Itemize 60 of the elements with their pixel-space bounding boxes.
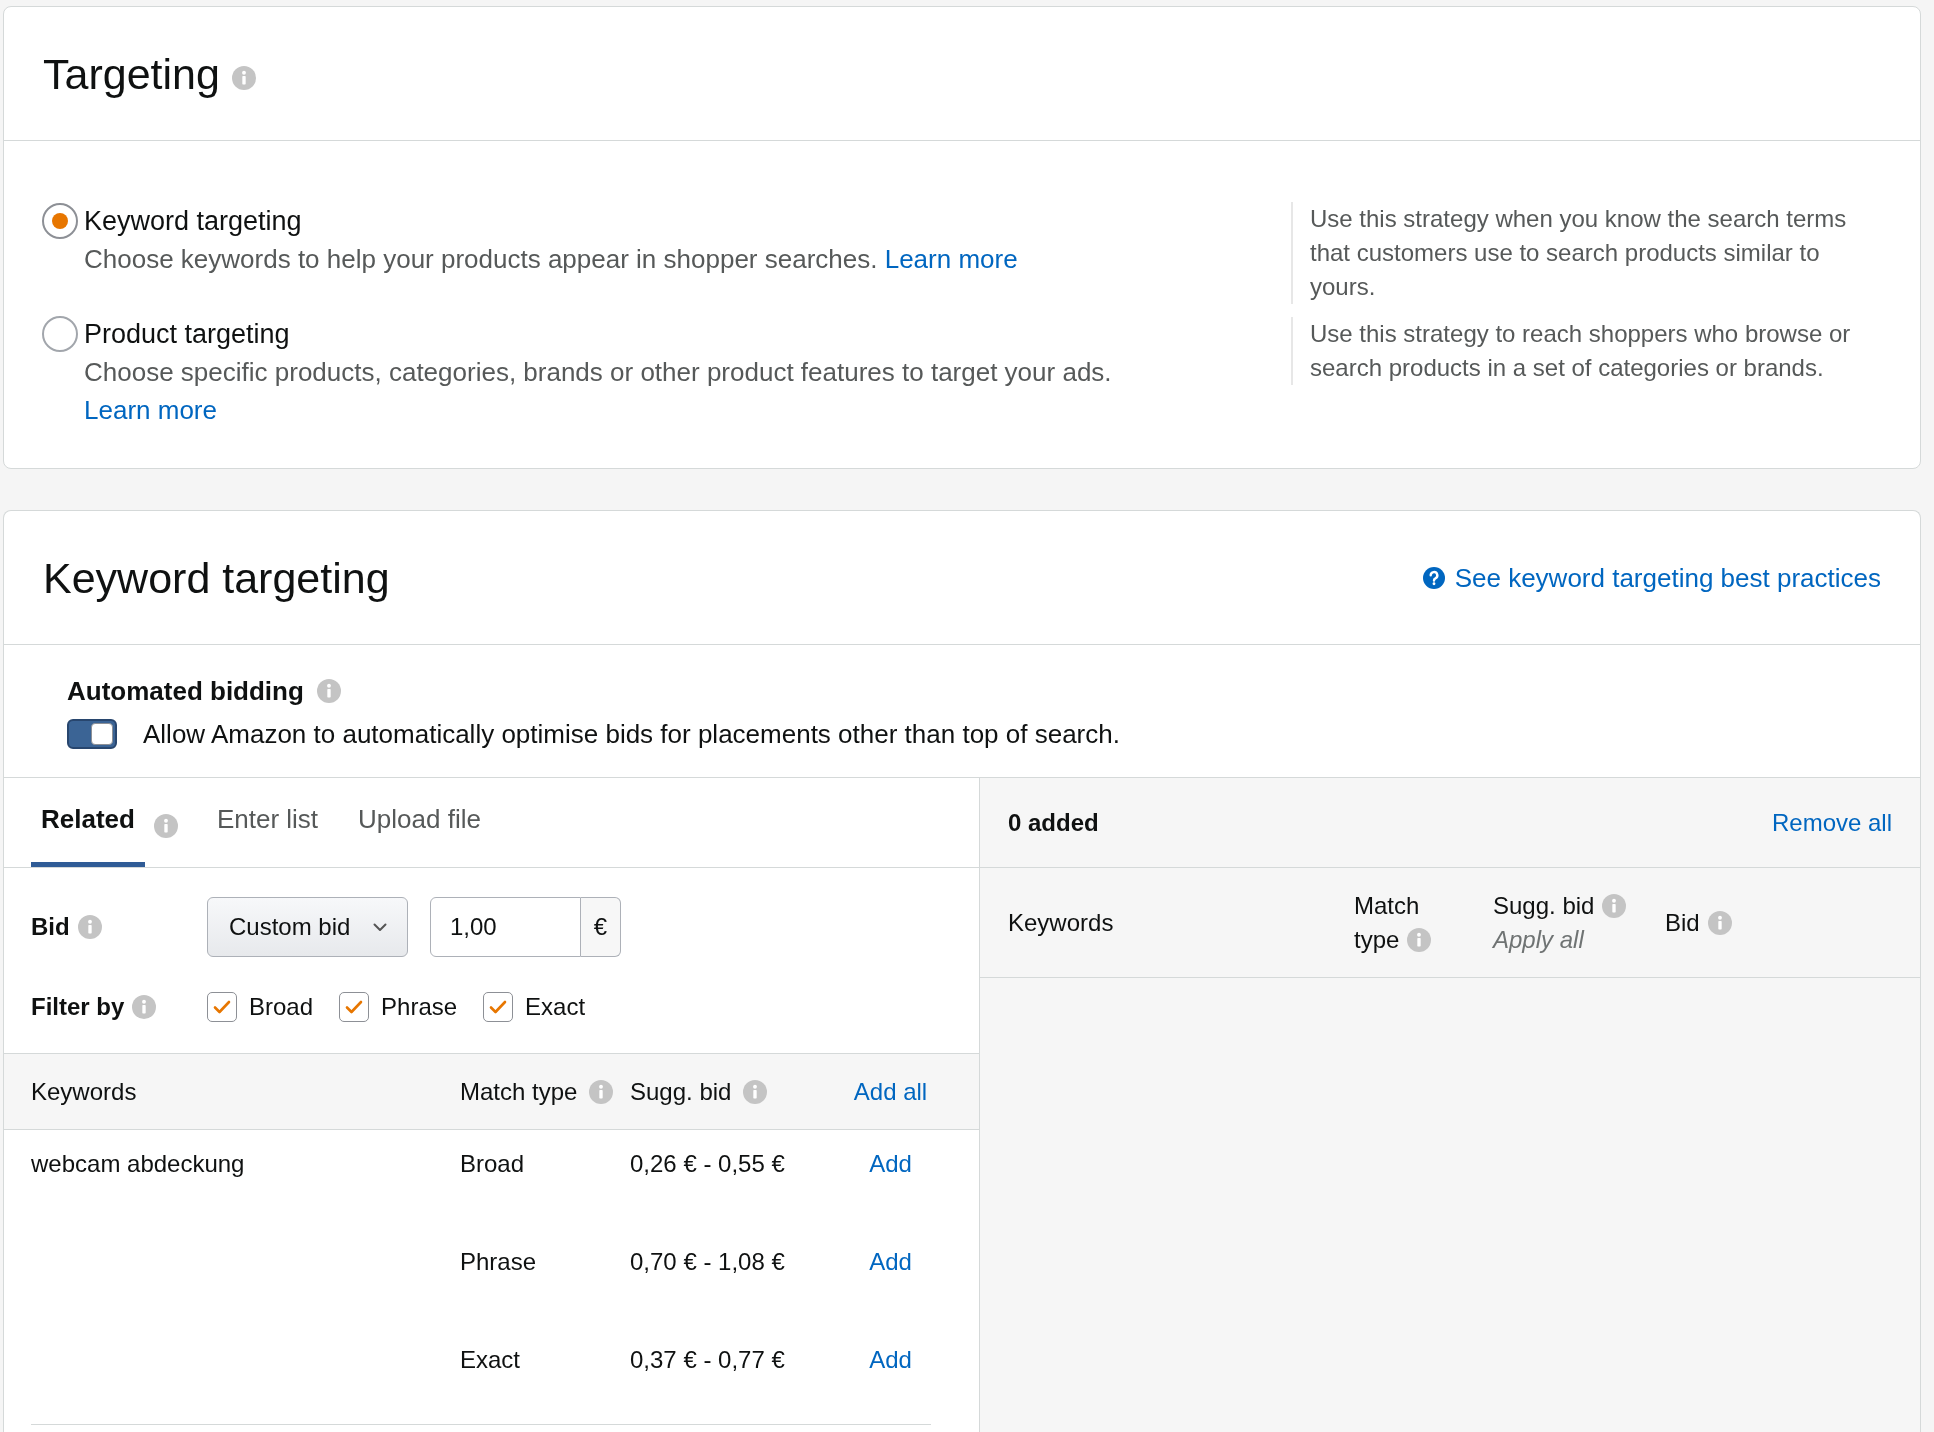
- tab[interactable]: Related: [31, 778, 145, 867]
- checkmark-icon: [345, 999, 364, 1015]
- keyword-cell-text: webcam abdeckung: [31, 1149, 245, 1179]
- help-icon: [1422, 566, 1445, 589]
- radio-button[interactable]: [42, 203, 78, 239]
- suggested-bid-cell-text: 0,70 € - 1,08 €: [630, 1247, 785, 1277]
- remove-all-link[interactable]: Remove all: [1771, 805, 1892, 840]
- match-type-cell-text: Phrase: [460, 1247, 537, 1277]
- option-label: Product targeting: [84, 318, 290, 351]
- checkbox[interactable]: [339, 992, 370, 1022]
- checkmark-icon: [213, 999, 231, 1015]
- column-header: Match type: [460, 1076, 578, 1107]
- strategy-note: Use this strategy to reach shoppers who browse or search products in a set of categories or brands.: [1291, 317, 1870, 385]
- currency-label: €: [581, 897, 621, 957]
- column-header: Sugg. bid: [1493, 891, 1595, 919]
- info-icon: [77, 915, 102, 939]
- apply-all-link[interactable]: Apply all: [1493, 922, 1584, 957]
- suggested-bid-cell-text: 0,37 € - 0,77 €: [630, 1345, 785, 1375]
- checkbox[interactable]: [483, 992, 514, 1022]
- option-label: Keyword targeting: [84, 205, 302, 238]
- setting-description: Allow Amazon to automatically optimise bids for placements other than top of search.: [143, 718, 1120, 751]
- tab[interactable]: Enter list: [206, 778, 329, 867]
- setting-label: Automated bidding: [67, 675, 304, 708]
- added-count: 0 added: [1008, 807, 1099, 838]
- info-icon: [316, 679, 341, 703]
- info-icon: [132, 995, 157, 1019]
- checkbox-label: Phrase: [381, 992, 458, 1022]
- checkbox-label: Broad: [249, 992, 314, 1022]
- match-type-cell-text: Exact: [460, 1345, 521, 1375]
- best-practices-link[interactable]: See keyword targeting best practices: [1422, 559, 1881, 596]
- learn-more-link[interactable]: Learn more: [84, 395, 217, 425]
- card-title: Targeting: [43, 48, 220, 100]
- match-type-cell-text: Broad: [460, 1149, 525, 1179]
- tab[interactable]: Upload file: [348, 778, 491, 867]
- strategy-note: Use this strategy when you know the search terms that customers use to search products similar to yours.: [1291, 202, 1870, 304]
- bid-input[interactable]: 1,00: [430, 897, 581, 957]
- info-icon: [231, 65, 256, 90]
- field-label: Filter by: [31, 992, 125, 1022]
- column-header: Match type: [1354, 891, 1420, 953]
- field-label: Bid: [31, 912, 70, 942]
- column-header: Keywords: [31, 1076, 137, 1107]
- option-description: Choose keywords to help your products appear in shopper searches. Learn more: [84, 243, 1018, 276]
- bid-type-dropdown[interactable]: Custom bid: [207, 897, 408, 957]
- checkbox[interactable]: [207, 992, 237, 1022]
- checkbox-label: Exact: [525, 992, 586, 1022]
- radio-button[interactable]: [42, 316, 78, 352]
- add-link[interactable]: Add: [869, 1147, 912, 1181]
- add-link[interactable]: Add: [869, 1245, 912, 1279]
- column-header: Sugg. bid: [630, 1076, 732, 1107]
- toggle-switch[interactable]: [67, 719, 117, 749]
- option-description: Choose specific products, categories, brands or other product features to target your ads. Learn more: [84, 356, 1113, 427]
- column-header: Keywords: [1008, 908, 1114, 936]
- add-all-link[interactable]: Add all: [853, 1074, 928, 1109]
- suggested-bid-cell-text: 0,26 € - 0,55 €: [630, 1149, 785, 1179]
- column-header: Bid: [1665, 908, 1700, 936]
- card-title: Keyword targeting: [43, 552, 390, 604]
- learn-more-link[interactable]: Learn more: [884, 244, 1018, 274]
- add-link[interactable]: Add: [869, 1343, 912, 1377]
- checkmark-icon: [489, 999, 508, 1015]
- chevron-down-icon: [373, 922, 387, 932]
